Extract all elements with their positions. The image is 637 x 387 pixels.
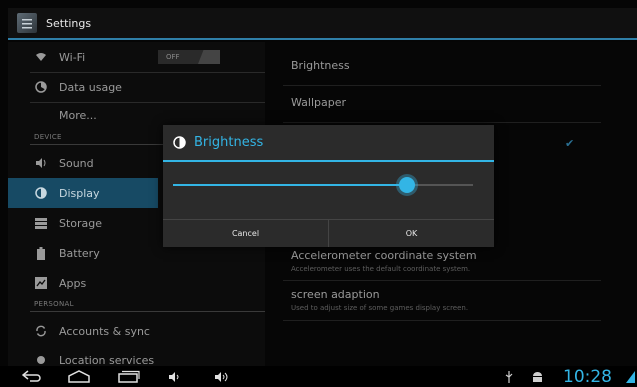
pref-summary: Used to adjust size of some games displa…: [291, 304, 469, 312]
divider: [283, 122, 601, 123]
divider: [283, 85, 601, 86]
wifi-icon: [34, 50, 48, 64]
wifi-toggle[interactable]: OFF: [158, 50, 220, 64]
sidebar-item-label: Wi-Fi: [59, 50, 86, 64]
sidebar-item-label: Apps: [59, 276, 87, 290]
brightness-icon: [173, 136, 186, 149]
pref-accelerometer[interactable]: Accelerometer coordinate system Accelero…: [291, 249, 477, 273]
sidebar-item-label: Location services: [59, 353, 155, 367]
toggle-state-label: OFF: [166, 53, 180, 61]
battery-icon: [34, 246, 48, 260]
checkmark-icon[interactable]: ✔: [565, 137, 574, 150]
cancel-button[interactable]: Cancel: [163, 220, 328, 247]
system-bar: 10:28: [0, 366, 637, 387]
sidebar-item-data-usage[interactable]: Data usage: [8, 72, 265, 102]
speaker-icon: [34, 156, 48, 170]
section-header-device: DEVICE: [34, 133, 62, 141]
storage-icon: [34, 216, 48, 230]
sidebar-item-label: Battery: [59, 246, 100, 260]
volume-up-icon[interactable]: [214, 369, 232, 384]
brightness-dialog: Brightness Cancel OK: [163, 125, 494, 247]
data-usage-icon: [34, 80, 48, 94]
pref-title: Accelerometer coordinate system: [291, 249, 477, 262]
apps-icon: [34, 276, 48, 290]
pref-brightness[interactable]: Brightness: [291, 59, 350, 72]
sidebar-item-label: Sound: [59, 156, 94, 170]
slider-fill: [173, 184, 407, 186]
blank-icon: [34, 108, 48, 122]
divider: [283, 320, 601, 321]
slider-thumb[interactable]: [399, 177, 415, 193]
ok-button[interactable]: OK: [328, 220, 494, 247]
sidebar-item-label: More...: [59, 108, 97, 122]
pref-summary: Accelerometer uses the default coordinat…: [291, 265, 471, 273]
sidebar-item-apps[interactable]: Apps: [8, 268, 265, 298]
divider: [30, 311, 265, 312]
sidebar-item-wifi[interactable]: Wi-Fi OFF: [8, 42, 265, 72]
section-header-personal: PERSONAL: [34, 300, 74, 308]
brightness-icon: [34, 186, 48, 200]
back-icon[interactable]: [22, 369, 42, 384]
sliders-icon: [22, 19, 32, 29]
pref-title: Brightness: [291, 59, 350, 72]
sidebar-item-label: Accounts & sync: [59, 324, 150, 338]
dialog-button-bar: Cancel OK: [163, 219, 494, 247]
sidebar-item-display[interactable]: Display: [8, 178, 158, 208]
android-debug-icon: [532, 370, 543, 383]
recent-apps-icon[interactable]: [118, 369, 140, 384]
pref-screen-adaption[interactable]: screen adaption Used to adjust size of s…: [291, 288, 468, 312]
volume-down-icon[interactable]: [168, 369, 182, 384]
status-clock: 10:28: [563, 366, 612, 387]
action-bar: Settings: [8, 8, 637, 40]
sidebar-item-label: Data usage: [59, 80, 122, 94]
home-icon[interactable]: [68, 369, 90, 384]
settings-app-icon[interactable]: [17, 13, 37, 33]
dialog-header: Brightness: [163, 125, 494, 162]
sidebar-item-label: Storage: [59, 216, 103, 230]
sync-icon: [34, 324, 48, 338]
pref-wallpaper[interactable]: Wallpaper: [291, 96, 346, 109]
sidebar-item-accounts[interactable]: Accounts & sync: [8, 316, 265, 346]
location-icon: [34, 353, 48, 366]
brightness-slider[interactable]: [173, 177, 473, 193]
sidebar-item-location[interactable]: Location services: [8, 345, 265, 366]
sidebar-item-label: Display: [59, 186, 100, 200]
pref-title: Wallpaper: [291, 96, 347, 109]
usb-icon: [505, 370, 513, 383]
pref-title: screen adaption: [291, 288, 380, 301]
dialog-title: Brightness: [194, 135, 264, 150]
divider: [283, 280, 601, 281]
wifi-signal-icon: [626, 370, 635, 383]
screen: Settings Wi-Fi OFF Data usage More... DE…: [0, 0, 637, 387]
app-title: Settings: [46, 16, 92, 30]
